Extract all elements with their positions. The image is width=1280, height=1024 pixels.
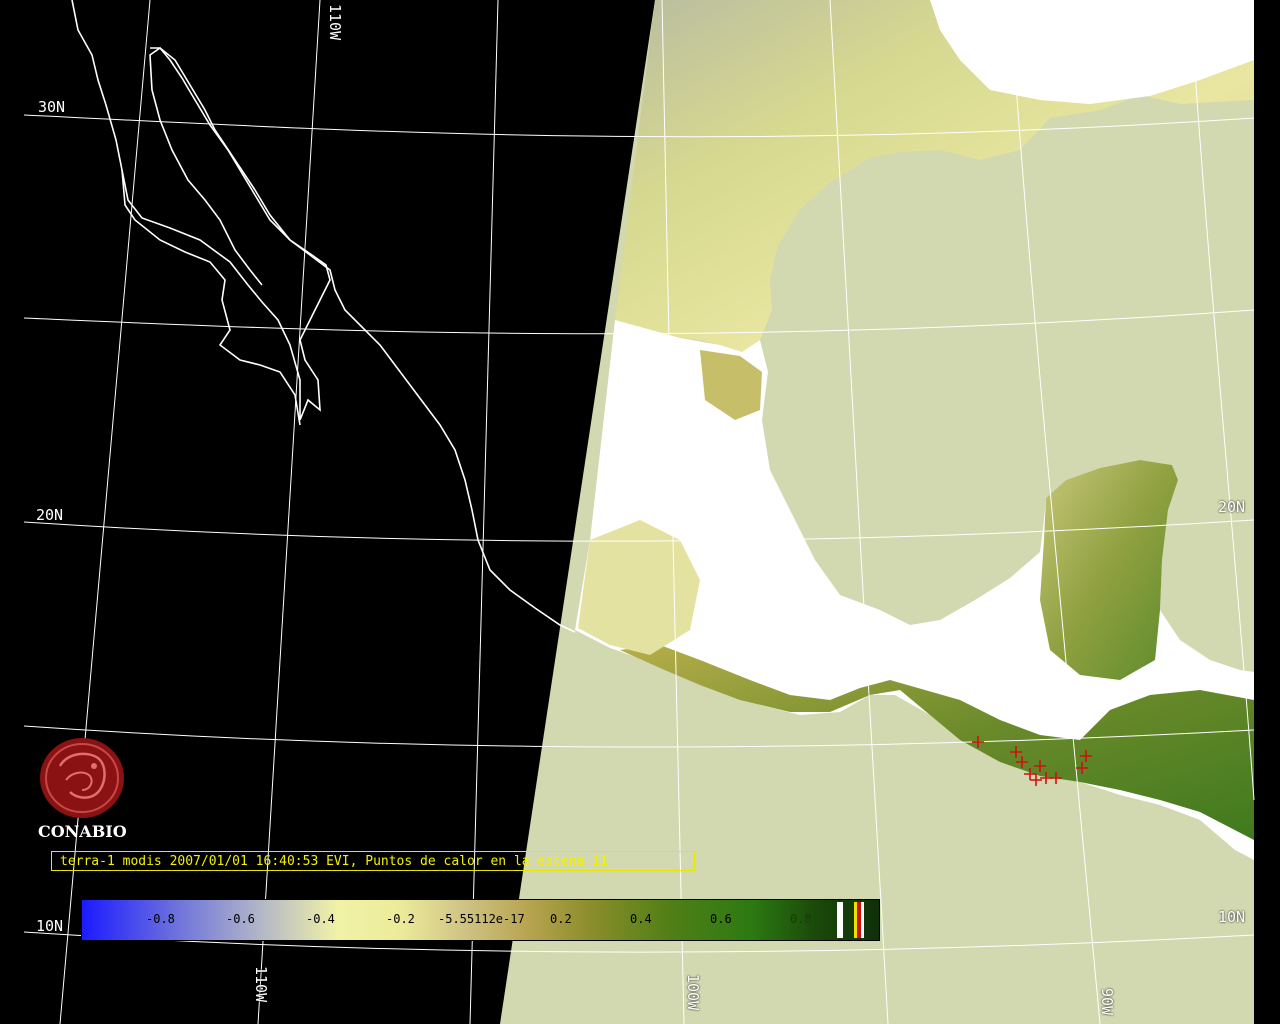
colorbar-tick: -0.4	[306, 912, 335, 926]
evi-colorbar: -0.8 -0.6 -0.4 -0.2 -5.55112e-17 0.2 0.4…	[81, 899, 880, 941]
colorbar-tick: -5.55112e-17	[438, 912, 525, 926]
colorbar-tick: 0.6	[710, 912, 732, 926]
scene-caption: terra-1 modis 2007/01/01 16:40:53 EVI, P…	[51, 851, 695, 871]
colorbar-tick: 0.2	[550, 912, 572, 926]
colorbar-tick: 0.8	[790, 912, 812, 926]
colorbar-flag-white-2	[861, 902, 864, 938]
lat-label-10n-right: 10N	[1218, 908, 1246, 926]
lat-label-10n: 10N	[36, 917, 64, 935]
conabio-logo-icon	[40, 738, 124, 818]
colorbar-tick: -0.8	[146, 912, 175, 926]
colorbar-tick: -0.6	[226, 912, 255, 926]
colorbar-tick: -0.2	[386, 912, 415, 926]
no-data-strip-right	[1254, 0, 1280, 1024]
lon-label-100w: 100W	[684, 974, 702, 1011]
lat-label-30n: 30N	[38, 98, 66, 116]
lon-label-110w-top: 110W	[326, 4, 344, 41]
lat-label-20n-right: 20N	[1218, 498, 1246, 516]
colorbar-flag-white	[837, 902, 843, 938]
colorbar-tick: 0.4	[630, 912, 652, 926]
logo-name: CONABIO	[38, 822, 127, 841]
lon-label-110w-bottom: 110W	[252, 966, 270, 1003]
lat-label-20n: 20N	[36, 506, 64, 524]
lon-label-90w: 90W	[1098, 988, 1116, 1016]
